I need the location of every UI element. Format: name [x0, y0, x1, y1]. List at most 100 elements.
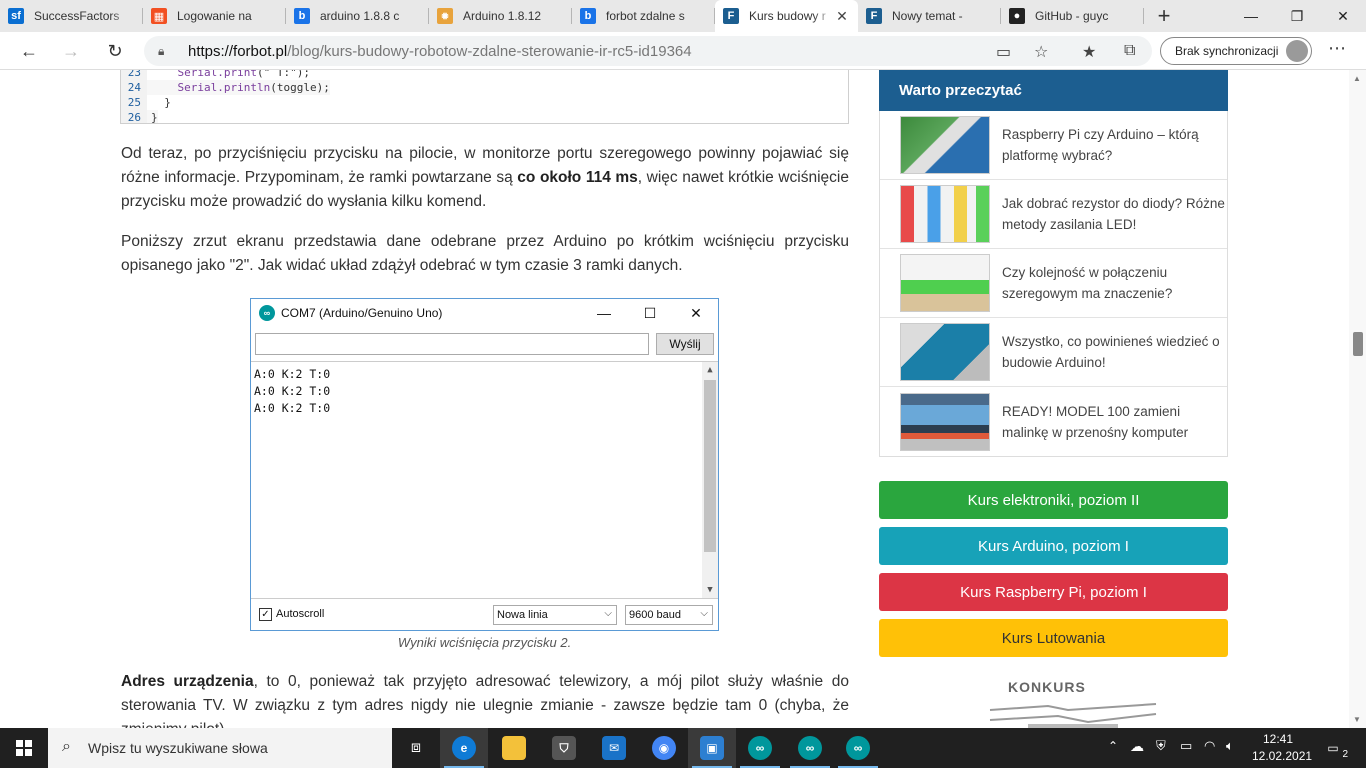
- article-thumbnail[interactable]: [900, 185, 990, 243]
- notification-icon: ▭: [1327, 741, 1339, 755]
- article-paragraph-3: Adres urządzenia, to 0, ponieważ tak prz…: [121, 673, 849, 728]
- tray-overflow-icon[interactable]: ⌃: [1108, 739, 1118, 753]
- browser-tab-2[interactable]: ▦ Logowanie na: [143, 0, 286, 32]
- code-line: 25 }: [121, 95, 848, 110]
- taskbar-store-button[interactable]: ⛉: [540, 728, 588, 768]
- bing-icon: b: [580, 8, 596, 24]
- code-line: 24 Serial.println(toggle);: [121, 80, 848, 95]
- code-line: 23 Serial.print(" T:");: [121, 70, 848, 80]
- taskbar-arduino-2-button[interactable]: ∞: [786, 728, 834, 768]
- taskbar-explorer-button[interactable]: [490, 728, 538, 768]
- serial-output-line: A:0 K:2 T:0: [254, 384, 331, 398]
- new-tab-button[interactable]: +: [1144, 0, 1184, 32]
- taskbar-search-box[interactable]: ⌕ Wpisz tu wyszukiwane słowa: [48, 728, 392, 768]
- forbot-icon: F: [723, 8, 739, 24]
- arduino-icon: ∞: [846, 736, 870, 760]
- security-icon[interactable]: ⛨: [1156, 738, 1166, 754]
- volume-icon[interactable]: 🔈︎: [1226, 738, 1234, 754]
- tab-label: Logowanie na: [177, 9, 252, 23]
- sync-label: Brak synchronizacji: [1175, 44, 1279, 58]
- browser-tab-6[interactable]: F Kurs budowy r ✕: [715, 0, 858, 32]
- notification-count: 2: [1342, 749, 1348, 760]
- taskbar-edge-button[interactable]: e: [440, 728, 488, 768]
- autoscroll-label: Autoscroll: [276, 608, 325, 620]
- taskbar-arduino-3-button[interactable]: ∞: [834, 728, 882, 768]
- browser-tab-5[interactable]: b forbot zdalne s: [572, 0, 715, 32]
- page-scrollbar-thumb[interactable]: [1353, 332, 1363, 356]
- taskbar-mail-button[interactable]: ✉: [590, 728, 638, 768]
- sidebar-article-link[interactable]: Raspberry Pi czy Arduino – którą platfor…: [880, 111, 1227, 180]
- browser-tab-8[interactable]: ● GitHub - guyc: [1001, 0, 1144, 32]
- chevron-down-icon: ⌵: [700, 608, 708, 619]
- recommended-articles-list: Raspberry Pi czy Arduino – którą platfor…: [879, 111, 1228, 457]
- article-title[interactable]: Raspberry Pi czy Arduino – którą platfor…: [1002, 124, 1227, 166]
- url-host: https://forbot.pl: [188, 42, 288, 60]
- article-thumbnail[interactable]: [900, 323, 990, 381]
- article-title[interactable]: READY! MODEL 100 zamieni malinkę w przen…: [1002, 401, 1227, 443]
- back-button[interactable]: ←: [14, 36, 44, 66]
- course-button[interactable]: Kurs Lutowania: [879, 619, 1228, 657]
- bing-icon: b: [294, 8, 310, 24]
- task-view-button[interactable]: ⧈: [392, 728, 440, 768]
- sidebar-article-link[interactable]: Czy kolejność w połączeniu szeregowym ma…: [880, 249, 1227, 318]
- start-button[interactable]: [0, 728, 48, 768]
- course-button[interactable]: Kurs Arduino, poziom I: [879, 527, 1228, 565]
- article-thumbnail[interactable]: [900, 254, 990, 312]
- article-title[interactable]: Czy kolejność w połączeniu szeregowym ma…: [1002, 262, 1227, 304]
- minimize-window-button[interactable]: —: [1228, 0, 1274, 32]
- page-scrollbar[interactable]: ▲ ▼: [1349, 70, 1366, 728]
- mail-icon: ✉: [602, 736, 626, 760]
- restore-window-button[interactable]: ❐: [1274, 0, 1320, 32]
- microsoft-icon: ▦: [151, 8, 167, 24]
- page-content: 23 Serial.print(" T:"); 24 Serial.println…: [0, 70, 1366, 728]
- browser-tab-3[interactable]: b arduino 1.8.8 c: [286, 0, 429, 32]
- favorites-icon[interactable]: ★: [1082, 42, 1096, 62]
- sidebar-article-link[interactable]: Jak dobrać rezystor do diody? Różne meto…: [880, 180, 1227, 249]
- chevron-down-icon: ▼: [707, 585, 713, 595]
- chevron-up-icon[interactable]: ▲: [1353, 74, 1361, 83]
- cloud-icon[interactable]: ☁: [1130, 738, 1144, 755]
- course-button[interactable]: Kurs elektroniki, poziom II: [879, 481, 1228, 519]
- article-title[interactable]: Jak dobrać rezystor do diody? Różne meto…: [1002, 193, 1227, 235]
- chevron-down-icon[interactable]: ▼: [1353, 715, 1361, 724]
- code-block: 23 Serial.print(" T:"); 24 Serial.println…: [120, 70, 849, 124]
- arduino-icon: ∞: [748, 736, 772, 760]
- tab-label: SuccessFactors: [34, 9, 120, 23]
- collections-icon[interactable]: ⧉: [1124, 42, 1135, 60]
- add-favorite-icon[interactable]: ☆: [1034, 42, 1048, 62]
- browser-tab-4[interactable]: ✹ Arduino 1.8.12: [429, 0, 572, 32]
- sidebar-article-link[interactable]: Wszystko, co powinieneś wiedzieć o budow…: [880, 318, 1227, 387]
- autoscroll-checkbox: ✓: [259, 608, 272, 621]
- arduino-icon: ∞: [798, 736, 822, 760]
- chrome-icon: ◉: [652, 736, 676, 760]
- close-window-button[interactable]: ✕: [1320, 0, 1366, 32]
- course-button[interactable]: Kurs Raspberry Pi, poziom I: [879, 573, 1228, 611]
- taskbar-arduino-1-button[interactable]: ∞: [736, 728, 784, 768]
- browser-tab-1[interactable]: sf SuccessFactors: [0, 0, 143, 32]
- gear-favicon-icon: ✹: [437, 8, 453, 24]
- notifications-button[interactable]: ▭ 2: [1322, 738, 1348, 760]
- close-tab-icon[interactable]: ✕: [834, 8, 850, 25]
- battery-icon[interactable]: ▭: [1180, 738, 1192, 754]
- taskbar-app-button[interactable]: ▣: [688, 728, 736, 768]
- taskbar-clock[interactable]: 12:41 12.02.2021: [1252, 731, 1312, 765]
- wifi-icon[interactable]: ◠: [1204, 738, 1215, 754]
- sync-profile-button[interactable]: Brak synchronizacji: [1160, 37, 1312, 65]
- reader-view-icon[interactable]: ▭: [996, 42, 1011, 62]
- article-thumbnail[interactable]: [900, 392, 990, 451]
- browser-tab-7[interactable]: F Nowy temat -: [858, 0, 1001, 32]
- serial-bottom-bar: ✓ Autoscroll Nowa linia ⌵ 9600 baud ⌵: [251, 602, 718, 628]
- article-title[interactable]: Wszystko, co powinieneś wiedzieć o budow…: [1002, 331, 1227, 373]
- sidebar-header: Warto przeczytać: [879, 70, 1228, 111]
- article-thumbnail[interactable]: [900, 116, 990, 174]
- more-options-icon[interactable]: ⋯: [1328, 38, 1346, 59]
- windows-logo-icon: [16, 740, 32, 756]
- sidebar-article-link[interactable]: READY! MODEL 100 zamieni malinkę w przen…: [880, 387, 1227, 456]
- address-toolbar: ← → ↻ 🔒︎ https://forbot.pl/blog/kurs-bud…: [0, 32, 1366, 70]
- search-icon: ⌕: [62, 738, 71, 755]
- browser-tab-bar: sf SuccessFactors ▦ Logowanie na b arduino 1.…: [0, 0, 1366, 32]
- github-icon: ●: [1009, 8, 1025, 24]
- taskbar-chrome-button[interactable]: ◉: [640, 728, 688, 768]
- refresh-button[interactable]: ↻: [100, 36, 130, 66]
- forward-button[interactable]: →: [56, 36, 86, 66]
